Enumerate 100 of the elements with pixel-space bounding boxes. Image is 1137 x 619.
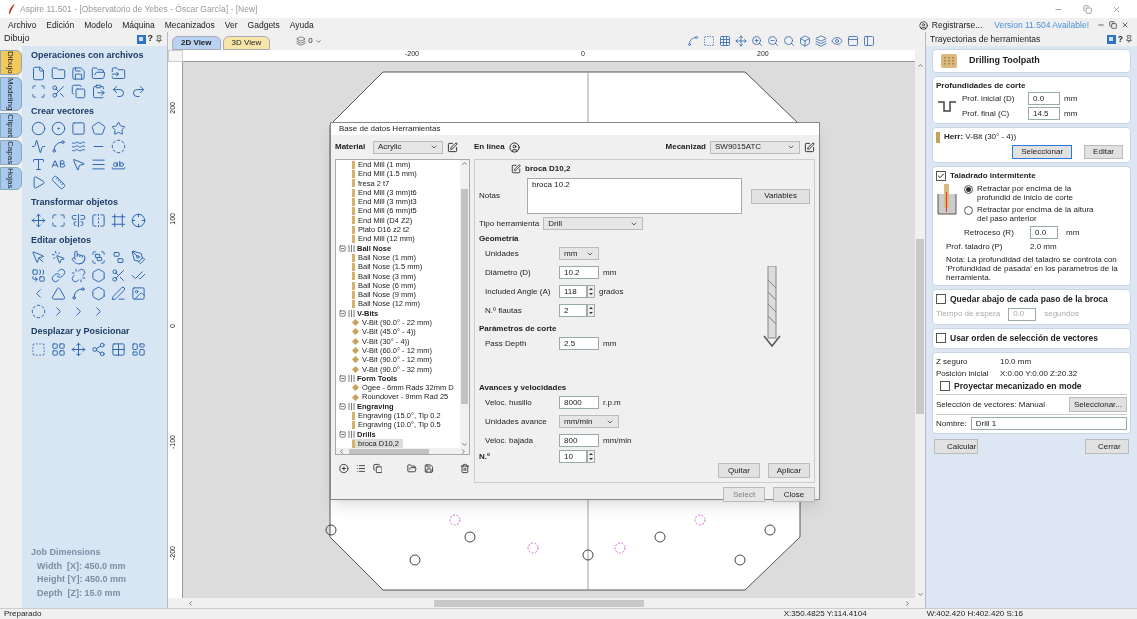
unlink-icon[interactable]	[71, 268, 86, 283]
triangle-icon[interactable]	[31, 175, 46, 190]
pointer-icon[interactable]	[31, 250, 46, 265]
panel-icon[interactable]	[863, 35, 875, 47]
dashed-circle-icon[interactable]	[31, 304, 46, 319]
trash-icon[interactable]	[460, 463, 470, 474]
edit-icon[interactable]	[511, 164, 521, 174]
ruler-icon[interactable]	[51, 175, 66, 190]
triangle-icon[interactable]	[51, 286, 66, 301]
menu-item[interactable]: Ayuda	[289, 18, 314, 32]
image-icon[interactable]	[131, 286, 146, 301]
user-icon[interactable]	[918, 20, 928, 30]
menu-item[interactable]: Archivo	[8, 18, 37, 32]
button[interactable]: Seleccionar	[1012, 145, 1073, 159]
side-tab[interactable]: Clipart	[0, 113, 22, 139]
grid-icon[interactable]	[719, 35, 731, 47]
save-icon[interactable]	[71, 65, 86, 81]
hand-pointer-icon[interactable]	[71, 250, 86, 265]
pen-icon[interactable]	[111, 286, 126, 301]
mirror-icon[interactable]	[91, 212, 106, 228]
menu-item[interactable]: Modelo	[84, 18, 113, 32]
zoom-out-icon[interactable]	[767, 35, 779, 47]
checkbox[interactable]	[936, 171, 946, 181]
checkbox[interactable]	[936, 333, 946, 344]
restore-icon[interactable]	[1109, 21, 1117, 29]
layers-icon[interactable]	[815, 35, 827, 47]
side-tab[interactable]: Capas	[0, 140, 22, 166]
menu-item[interactable]: Gadgets	[247, 18, 280, 32]
folder-icon[interactable]	[51, 65, 66, 81]
arrow-down-icon[interactable]	[461, 441, 468, 449]
link-icon[interactable]	[51, 268, 66, 283]
edit-icon[interactable]	[804, 141, 815, 153]
scissors-icon[interactable]	[111, 268, 126, 283]
spiral-icon[interactable]	[111, 139, 126, 154]
folder-icon[interactable]	[91, 65, 106, 81]
button[interactable]: Calcular	[934, 439, 978, 455]
eye-icon[interactable]	[831, 35, 843, 47]
pin-icon[interactable]	[1125, 35, 1133, 43]
star-icon[interactable]	[111, 121, 126, 136]
input-field[interactable]: 8000	[559, 396, 599, 409]
search-icon[interactable]	[783, 35, 795, 47]
input-field[interactable]: 2	[559, 304, 587, 317]
ellipse-icon[interactable]	[51, 121, 66, 136]
collapse-icon[interactable]	[339, 309, 346, 317]
layers-icon[interactable]	[296, 36, 307, 46]
arrow-left-icon[interactable]	[338, 448, 345, 454]
align-icon[interactable]	[71, 212, 86, 228]
collapse-icon[interactable]	[339, 244, 346, 252]
dropdown[interactable]: Acrylic	[373, 140, 443, 154]
register-link[interactable]: Registrarse...	[931, 18, 983, 32]
menu-item[interactable]: Máquina	[122, 18, 155, 32]
pointer-icon[interactable]	[71, 157, 86, 172]
arrow-up-icon[interactable]	[916, 62, 924, 69]
text-lines-icon[interactable]	[91, 157, 106, 172]
pen-icon[interactable]	[131, 250, 146, 265]
panel-icon[interactable]	[847, 35, 859, 47]
input-field[interactable]: 10	[559, 450, 587, 463]
scale-icon[interactable]	[51, 212, 66, 228]
ungroup-icon[interactable]	[111, 250, 126, 265]
folder-icon[interactable]	[407, 463, 417, 474]
circle-icon[interactable]	[31, 121, 46, 136]
frame-icon[interactable]	[111, 212, 126, 228]
dropdown[interactable]: Drill	[543, 217, 644, 230]
redo-icon[interactable]	[131, 83, 146, 99]
button[interactable]: Cerrar	[1085, 439, 1129, 455]
move-icon[interactable]	[735, 35, 747, 47]
spinner-icon[interactable]	[587, 285, 595, 298]
crosshair-icon[interactable]	[131, 212, 146, 228]
help-button[interactable]: ?	[1117, 32, 1123, 46]
move-icon[interactable]	[71, 341, 86, 357]
arrow-left-icon[interactable]	[187, 599, 194, 607]
pin-icon[interactable]	[155, 35, 163, 43]
radio-button[interactable]	[964, 206, 973, 215]
input-field[interactable]: 118	[559, 285, 587, 298]
button[interactable]: Editar	[1084, 145, 1123, 159]
side-tab[interactable]: Hojas	[0, 167, 22, 190]
help-button[interactable]: ?	[147, 32, 153, 46]
button[interactable]: Close	[773, 487, 815, 502]
close-icon[interactable]	[1112, 4, 1121, 14]
polyline-icon[interactable]	[31, 139, 46, 154]
input-field[interactable]: 14.5	[1028, 107, 1060, 120]
nodes-icon[interactable]	[91, 341, 106, 357]
selection-icon[interactable]	[31, 83, 46, 99]
input-field[interactable]: Drill 1	[970, 417, 1127, 431]
file-icon[interactable]	[31, 65, 46, 81]
vertical-scrollbar[interactable]	[460, 160, 469, 449]
pointer-icon[interactable]	[51, 250, 66, 265]
arrow-up-icon[interactable]	[461, 160, 468, 167]
panel-icon[interactable]	[1106, 34, 1116, 44]
collapse-icon[interactable]	[339, 374, 346, 382]
list-icon[interactable]	[355, 463, 366, 474]
notes-field[interactable]: broca 10.2	[527, 178, 742, 214]
menu-item[interactable]: Edición	[46, 18, 75, 32]
curve-icon[interactable]	[51, 139, 66, 154]
button[interactable]: Aplicar	[768, 463, 810, 478]
close-icon[interactable]	[1121, 21, 1129, 29]
add-icon[interactable]	[339, 463, 349, 474]
copy-icon[interactable]	[372, 463, 383, 474]
square-icon[interactable]	[71, 121, 86, 136]
spinner-icon[interactable]	[587, 304, 595, 317]
